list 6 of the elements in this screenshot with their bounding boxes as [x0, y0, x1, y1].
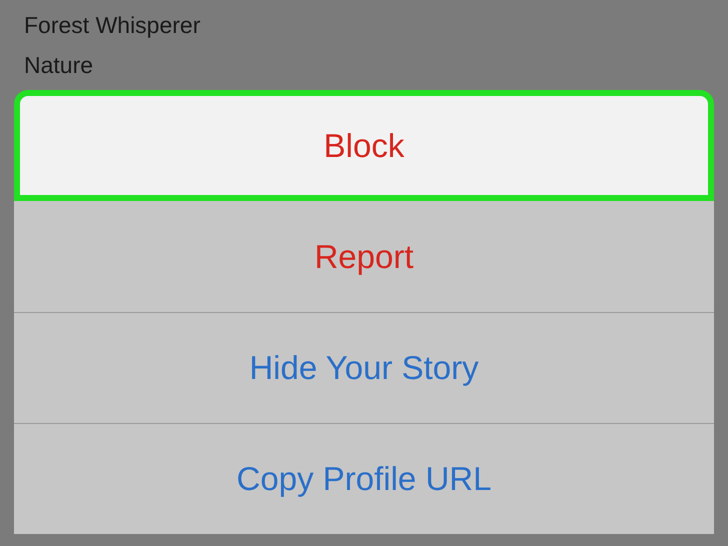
action-button[interactable]: Hide Your Story: [14, 312, 714, 423]
action-button[interactable]: Block: [14, 90, 714, 201]
action-button[interactable]: Report: [14, 201, 714, 312]
profile-text: Nature: [24, 51, 94, 80]
action-button[interactable]: Copy Profile URL: [14, 423, 714, 534]
profile-text: Forest Whisperer: [24, 11, 202, 40]
